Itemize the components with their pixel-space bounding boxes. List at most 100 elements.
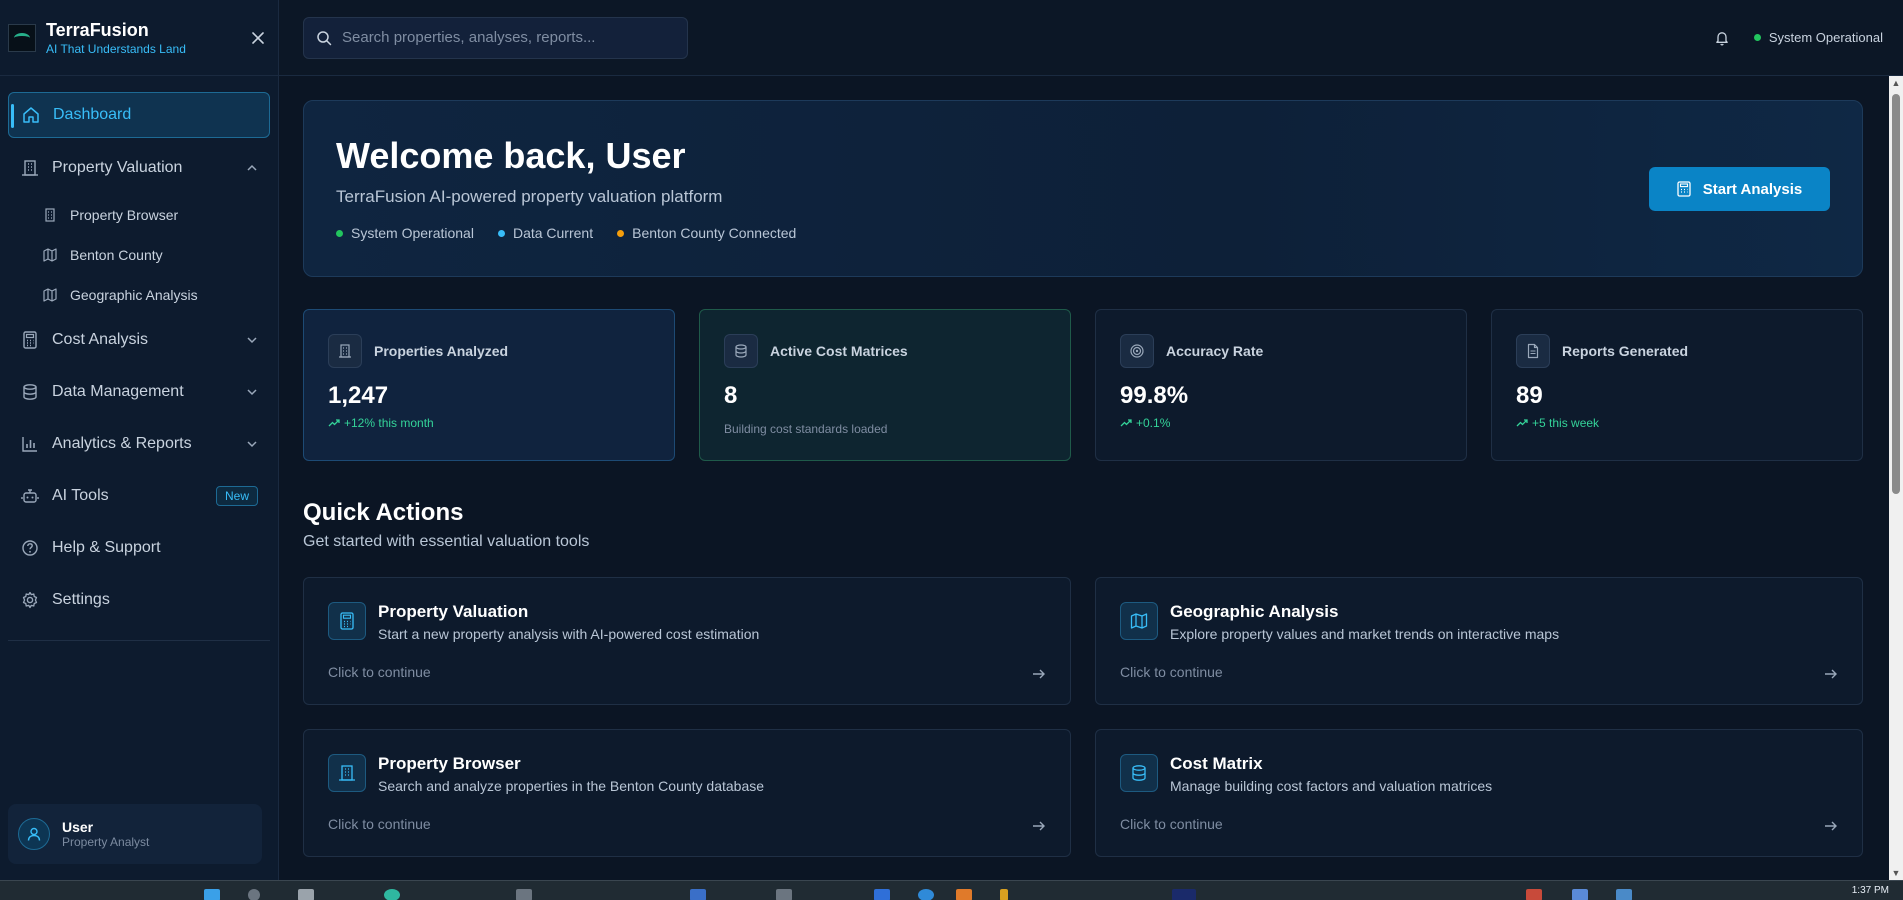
quick-action-property-valuation[interactable]: Property Valuation Start a new property … [303, 577, 1071, 705]
map-icon [42, 247, 58, 263]
tray-icon[interactable] [1526, 889, 1542, 900]
sidebar-item-data-management[interactable]: Data Management [8, 368, 270, 416]
taskbar-clock: 1:37 PM [1851, 885, 1889, 896]
stat-delta-text: +5 this week [1532, 416, 1600, 430]
sidebar-item-property-valuation[interactable]: Property Valuation [8, 144, 270, 192]
start-analysis-button[interactable]: Start Analysis [1649, 167, 1830, 211]
database-icon [724, 334, 758, 368]
status-system: System Operational [336, 225, 474, 241]
map-icon [1120, 602, 1158, 640]
status-county: Benton County Connected [617, 225, 796, 241]
stat-value: 8 [724, 382, 738, 409]
chevron-down-icon [247, 337, 257, 344]
sidebar-item-label: Analytics & Reports [52, 435, 192, 452]
user-icon [27, 827, 41, 841]
sidebar-item-label: Settings [52, 591, 110, 608]
page-subtitle: TerraFusion AI-powered property valuatio… [336, 187, 723, 206]
search-box[interactable] [303, 16, 688, 59]
sidebar-item-analytics-reports[interactable]: Analytics & Reports [8, 420, 270, 468]
sidebar-item-label: Cost Analysis [52, 331, 149, 348]
building-icon [42, 207, 58, 223]
system-status-label: System Operational [1768, 30, 1883, 45]
app-icon[interactable] [874, 889, 890, 900]
avatar [18, 818, 50, 850]
help-circle-icon [20, 538, 40, 558]
quick-action-cta: Click to continue [328, 664, 431, 680]
database-icon [20, 382, 40, 402]
quick-action-cta: Click to continue [1120, 816, 1223, 832]
status-label: System Operational [351, 225, 474, 241]
stat-value: 1,247 [328, 382, 389, 409]
scroll-down-arrow[interactable]: ▼ [1891, 868, 1901, 878]
stat-value: 89 [1516, 382, 1543, 409]
folder-icon[interactable] [690, 889, 706, 900]
arrow-right-icon [1032, 668, 1046, 680]
close-icon [252, 31, 264, 44]
start-analysis-label: Start Analysis [1702, 180, 1803, 198]
scroll-thumb[interactable] [1892, 94, 1900, 494]
brand-header: TerraFusion AI That Understands Land [0, 0, 278, 76]
main-area: System Operational Welcome back, User Te… [279, 0, 1903, 880]
status-dot [336, 229, 343, 237]
close-sidebar-button[interactable] [246, 26, 270, 50]
browser-icon[interactable] [384, 889, 400, 900]
quick-action-title: Property Browser [378, 754, 521, 773]
app-tagline: AI That Understands Land [46, 41, 186, 56]
sidebar-item-ai-tools[interactable]: AI Tools New [8, 472, 270, 520]
quick-action-desc: Explore property values and market trend… [1170, 626, 1560, 642]
search-icon[interactable] [248, 889, 260, 900]
sidebar-item-help-support[interactable]: Help & Support [8, 524, 270, 572]
quick-action-title: Property Valuation [378, 602, 529, 621]
app-icon[interactable] [956, 889, 972, 900]
welcome-banner: Welcome back, User TerraFusion AI-powere… [303, 100, 1863, 277]
app-icon[interactable] [1000, 889, 1008, 900]
sidebar-item-dashboard[interactable]: Dashboard [8, 92, 270, 138]
sidebar-item-cost-analysis[interactable]: Cost Analysis [8, 316, 270, 364]
calculator-icon [1677, 181, 1691, 197]
stat-delta: +0.1% [1120, 416, 1442, 430]
task-view-icon[interactable] [298, 889, 314, 900]
system-status: System Operational [1753, 30, 1883, 45]
tray-icon[interactable] [1572, 889, 1588, 900]
quick-action-desc: Manage building cost factors and valuati… [1170, 778, 1493, 794]
app-icon[interactable] [1172, 889, 1196, 900]
quick-action-cost-matrix[interactable]: Cost Matrix Manage building cost factors… [1095, 729, 1863, 857]
stat-title: Accuracy Rate [1166, 343, 1264, 359]
sidebar-subitem-geographic-analysis[interactable]: Geographic Analysis [8, 276, 270, 314]
sidebar-item-settings[interactable]: Settings [8, 576, 270, 624]
sidebar-subitem-benton-county[interactable]: Benton County [8, 236, 270, 274]
sidebar-subitem-label: Geographic Analysis [70, 287, 198, 303]
page-title: Welcome back, User [336, 135, 686, 176]
tray-icon[interactable] [1616, 889, 1632, 900]
bell-icon [1715, 31, 1728, 46]
stat-title: Reports Generated [1562, 343, 1689, 359]
scroll-up-arrow[interactable]: ▲ [1891, 78, 1901, 88]
stat-card-accuracy-rate: Accuracy Rate 99.8% +0.1% [1095, 309, 1467, 461]
status-dot [1753, 34, 1761, 41]
notifications-button[interactable] [1710, 26, 1734, 50]
vertical-scrollbar[interactable]: ▲ ▼ [1889, 76, 1903, 880]
quick-action-title: Cost Matrix [1170, 754, 1263, 773]
sidebar-subitem-label: Benton County [70, 247, 163, 263]
home-icon [21, 105, 41, 125]
status-dot [497, 229, 505, 237]
start-icon[interactable] [204, 889, 220, 900]
quick-actions-title: Quick Actions [303, 499, 464, 526]
quick-action-geographic-analysis[interactable]: Geographic Analysis Explore property val… [1095, 577, 1863, 705]
quick-action-property-browser[interactable]: Property Browser Search and analyze prop… [303, 729, 1071, 857]
database-icon [1120, 754, 1158, 792]
chevron-up-icon [247, 164, 257, 171]
stat-delta: +5 this week [1516, 416, 1838, 430]
terrafusion-logo [8, 23, 36, 52]
search-input[interactable] [342, 29, 675, 46]
stats-row: Properties Analyzed 1,247 +12% this mont… [303, 309, 1863, 461]
app-icon[interactable] [516, 889, 532, 900]
user-profile-card[interactable]: User Property Analyst [8, 804, 262, 864]
trending-up-icon [1120, 418, 1132, 428]
app-icon[interactable] [776, 889, 792, 900]
app-icon[interactable] [918, 889, 934, 900]
map-icon [42, 287, 58, 303]
sidebar-subitem-label: Property Browser [70, 207, 179, 223]
calculator-icon [328, 602, 366, 640]
sidebar-subitem-property-browser[interactable]: Property Browser [8, 196, 270, 234]
